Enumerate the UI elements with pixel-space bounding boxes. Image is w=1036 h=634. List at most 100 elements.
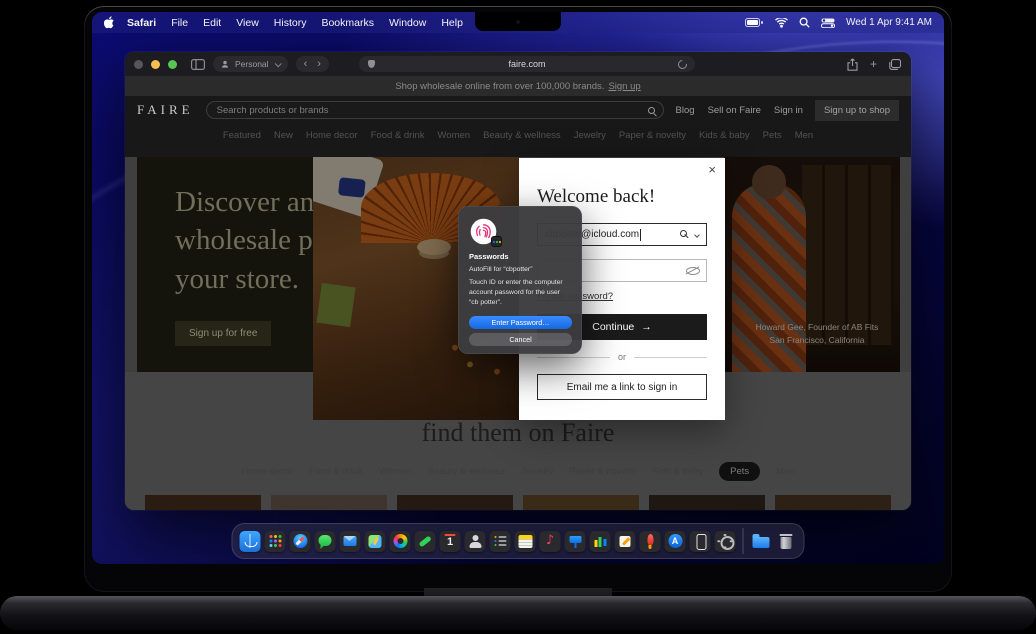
category-nav-link[interactable]: New bbox=[274, 130, 293, 141]
dock-reminders-icon[interactable] bbox=[489, 530, 511, 552]
section-heading: find them on Faire bbox=[421, 418, 615, 447]
menu-item[interactable]: Edit bbox=[203, 17, 221, 29]
category-nav-link[interactable]: Beauty & wellness bbox=[483, 130, 561, 141]
search-icon[interactable] bbox=[799, 17, 810, 28]
forward-button[interactable]: › bbox=[317, 58, 321, 70]
search-icon[interactable] bbox=[647, 106, 655, 114]
dock-finder-icon[interactable] bbox=[239, 530, 261, 552]
signup-to-shop-button[interactable]: Sign up to shop bbox=[814, 99, 899, 121]
promo-banner: Shop wholesale online from over 100,000 … bbox=[125, 76, 911, 96]
email-link-button[interactable]: Email me a link to sign in bbox=[537, 374, 707, 400]
dock-maps-icon[interactable] bbox=[364, 530, 386, 552]
category-nav-link[interactable]: Featured bbox=[223, 130, 261, 141]
profile-switcher[interactable]: Personal bbox=[213, 56, 288, 72]
category-nav-link[interactable]: Women bbox=[438, 130, 471, 141]
sidebar-icon[interactable] bbox=[191, 58, 205, 70]
passwords-key-icon[interactable] bbox=[680, 229, 690, 240]
enter-password-button[interactable]: Enter Password… bbox=[469, 315, 572, 329]
category-nav-link[interactable]: Jewelry bbox=[574, 130, 606, 141]
dock-trash-icon[interactable] bbox=[776, 531, 797, 552]
menu-bar-clock[interactable]: Wed 1 Apr 9:41 AM bbox=[846, 17, 932, 28]
menu-item[interactable]: Help bbox=[441, 17, 463, 29]
dock-pages-icon[interactable] bbox=[614, 530, 636, 552]
category-pill[interactable]: Kids & baby bbox=[652, 462, 703, 481]
reload-icon[interactable] bbox=[676, 57, 689, 71]
dock-safari-icon[interactable] bbox=[289, 530, 311, 552]
address-bar[interactable]: faire.com bbox=[359, 56, 695, 72]
wifi-icon[interactable] bbox=[775, 17, 788, 28]
apple-menu-icon[interactable] bbox=[104, 16, 115, 29]
header-link[interactable]: Sell on Faire bbox=[708, 105, 761, 116]
dock-downloads-icon[interactable] bbox=[751, 531, 772, 552]
category-pill[interactable]: Beauty & wellness bbox=[428, 462, 506, 481]
dock-mail-icon[interactable] bbox=[339, 530, 361, 552]
page-settings-icon[interactable] bbox=[368, 60, 375, 68]
dock-photos-icon[interactable] bbox=[389, 530, 411, 552]
window-minimize-button[interactable] bbox=[151, 59, 160, 69]
share-icon[interactable] bbox=[847, 57, 858, 71]
back-button[interactable]: ‹ bbox=[304, 58, 308, 70]
dock-facetime-icon[interactable] bbox=[414, 530, 436, 552]
category-pill[interactable]: Paper & novelty bbox=[569, 462, 636, 481]
nav-spacer bbox=[125, 147, 911, 157]
category-pills: Home decor Food & drink Women Beauty & well… bbox=[125, 462, 911, 481]
category-nav-link[interactable]: Men bbox=[795, 130, 813, 141]
tab-overview-icon[interactable] bbox=[889, 58, 901, 70]
header-link[interactable]: Sign in bbox=[774, 105, 803, 116]
dock-settings-icon[interactable] bbox=[714, 530, 736, 552]
product-thumb[interactable] bbox=[775, 495, 891, 510]
dock-messages-icon[interactable] bbox=[314, 530, 336, 552]
banner-signup-link[interactable]: Sign up bbox=[608, 81, 640, 92]
modal-title: Welcome back! bbox=[537, 186, 656, 207]
product-thumb[interactable] bbox=[145, 495, 261, 510]
safari-window: Personal ‹ › faire.com + Shop wholesale … bbox=[125, 52, 911, 510]
menu-item[interactable]: Safari bbox=[127, 17, 156, 29]
faire-logo[interactable]: FAIRE bbox=[137, 102, 194, 118]
dock-calendar-icon[interactable] bbox=[439, 530, 461, 552]
battery-icon[interactable] bbox=[745, 18, 764, 27]
history-nav: ‹ › bbox=[295, 56, 329, 72]
signup-free-button[interactable]: Sign up for free bbox=[175, 321, 272, 346]
dock-notes-icon[interactable] bbox=[514, 530, 536, 552]
text-caret bbox=[640, 228, 642, 241]
menu-item[interactable]: View bbox=[236, 17, 259, 29]
product-thumb[interactable] bbox=[271, 495, 387, 510]
category-pill[interactable]: Pets bbox=[719, 462, 761, 481]
dock-keynote-icon[interactable] bbox=[564, 530, 586, 552]
control-center-icon[interactable] bbox=[821, 18, 836, 28]
dock-rocket-icon[interactable] bbox=[639, 530, 661, 552]
dock-contacts-icon[interactable] bbox=[464, 530, 486, 552]
category-pill[interactable]: Women bbox=[379, 462, 412, 481]
dock-separator bbox=[742, 528, 744, 554]
new-tab-button[interactable]: + bbox=[870, 57, 877, 71]
menu-item[interactable]: Bookmarks bbox=[321, 17, 374, 29]
category-nav-link[interactable]: Food & drink bbox=[371, 130, 425, 141]
category-pill[interactable]: Jewelry bbox=[521, 462, 553, 481]
dock-music-icon[interactable] bbox=[539, 530, 561, 552]
dock-launchpad-icon[interactable] bbox=[264, 530, 286, 552]
product-thumb[interactable] bbox=[523, 495, 639, 510]
menu-item[interactable]: Window bbox=[389, 17, 426, 29]
dock-iphone-icon[interactable] bbox=[689, 530, 711, 552]
category-pill[interactable]: Men bbox=[776, 462, 794, 481]
menu-item[interactable]: File bbox=[171, 17, 188, 29]
product-thumb[interactable] bbox=[397, 495, 513, 510]
search-input[interactable]: Search products or brands bbox=[205, 101, 664, 119]
category-nav-link[interactable]: Paper & novelty bbox=[619, 130, 686, 141]
menu-item[interactable]: History bbox=[274, 17, 307, 29]
category-nav-link[interactable]: Pets bbox=[763, 130, 782, 141]
category-nav-link[interactable]: Kids & baby bbox=[699, 130, 750, 141]
close-icon[interactable]: × bbox=[708, 163, 716, 176]
header-link[interactable]: Blog bbox=[676, 105, 695, 116]
dock-appstore-icon[interactable] bbox=[664, 530, 686, 552]
toolbar-right: + bbox=[847, 52, 901, 76]
category-pill[interactable]: Food & drink bbox=[309, 462, 363, 481]
cancel-button[interactable]: Cancel bbox=[469, 332, 572, 346]
window-close-button[interactable] bbox=[134, 59, 143, 69]
category-pill[interactable]: Home decor bbox=[241, 462, 293, 481]
dock-numbers-icon[interactable] bbox=[589, 530, 611, 552]
category-nav-link[interactable]: Home decor bbox=[306, 130, 358, 141]
show-password-icon[interactable] bbox=[686, 266, 700, 275]
product-thumb[interactable] bbox=[649, 495, 765, 510]
window-zoom-button[interactable] bbox=[168, 59, 177, 69]
